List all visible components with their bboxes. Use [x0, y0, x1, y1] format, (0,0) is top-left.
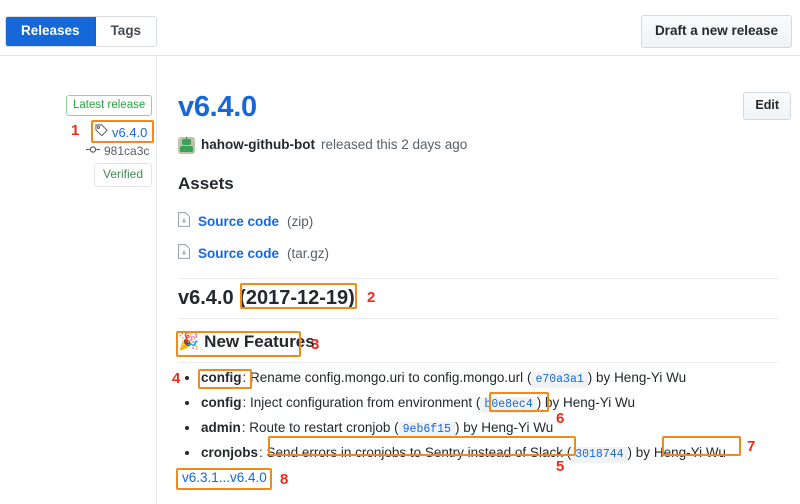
release-notes-version: v6.4.0 [178, 287, 240, 309]
change-scope: config [201, 395, 242, 410]
asset-ext-label: (tar.gz) [287, 246, 330, 261]
git-commit-icon [86, 144, 100, 158]
list-item: config: Rename config.mongo.uri to confi… [200, 367, 726, 391]
release-notes-heading: v6.4.0 (2017-12-19) [178, 285, 355, 311]
sha-paren-close: ) [627, 445, 633, 460]
change-by-label: by [545, 395, 560, 410]
compare-link[interactable]: v6.3.1...v6.4.0 [179, 468, 270, 488]
change-subject: Rename config.mongo.uri to config.mongo.… [250, 370, 524, 385]
party-popper-icon: 🎉 [178, 332, 200, 351]
releases-tags-tab-group: Releases Tags [5, 16, 158, 47]
change-by-label: by [463, 420, 478, 435]
change-by-label: by [635, 445, 651, 460]
release-tag-name[interactable]: v6.4.0 [91, 122, 152, 143]
asset-name-label[interactable]: Source code [198, 213, 279, 231]
change-scope: admin [201, 420, 241, 435]
change-sha-link[interactable]: 3018744 [571, 447, 628, 463]
features-heading-rule [178, 362, 778, 363]
new-features-heading: 🎉 New Features [178, 330, 315, 354]
change-sha-link[interactable]: 9eb6f15 [398, 422, 455, 438]
change-scope-config: config [201, 370, 242, 385]
new-features-label: New Features [204, 332, 315, 351]
change-subject-cronjobs: Send errors in cronjobs to Sentry instea… [266, 445, 563, 460]
edit-release-button[interactable]: Edit [743, 92, 791, 120]
release-published-text: released this 2 days ago [320, 137, 468, 152]
assets-heading: Assets [178, 174, 234, 193]
change-colon: : [259, 445, 263, 460]
draft-new-release-button[interactable]: Draft a new release [640, 15, 792, 48]
release-content: Latest release v6.4.0 981ca3c Verified E… [0, 56, 800, 504]
release-byline: hahow-github-bot released this 2 days ag… [178, 136, 467, 154]
latest-release-badge: Latest release [66, 95, 153, 116]
change-colon: : [241, 420, 246, 435]
release-notes-date: (2017-12-19) [239, 287, 355, 309]
sha-paren-close: ) [536, 395, 542, 410]
list-item: admin: Route to restart cronjob (9eb6f15… [200, 417, 726, 441]
bot-avatar-icon [178, 136, 195, 154]
sha-paren-open: ( [394, 420, 399, 435]
tag-name-label: v6.4.0 [112, 124, 148, 140]
change-sha-link[interactable]: e70a3a1 [531, 372, 588, 388]
verified-badge[interactable]: Verified [94, 163, 153, 187]
tag-icon [95, 124, 108, 140]
release-sidebar: Latest release v6.4.0 981ca3c Verified [0, 56, 156, 504]
change-colon: : [242, 370, 247, 385]
release-author-link[interactable]: hahow-github-bot [201, 136, 315, 154]
list-item: cronjobs: Send errors in cronjobs to Sen… [200, 442, 726, 466]
list-item: config: Inject configuration from enviro… [200, 392, 726, 416]
assets-notes-divider [178, 278, 778, 279]
asset-row-zip[interactable]: Source code (zip) [178, 212, 313, 232]
change-author-name: Heng-Yi Wu [653, 445, 726, 460]
change-subject: Route to restart cronjob [249, 420, 391, 435]
change-author-name: Heng-Yi Wu [481, 420, 554, 435]
release-title[interactable]: v6.4.0 [178, 90, 257, 124]
commit-sha-label: 981ca3c [104, 144, 150, 158]
tab-releases[interactable]: Releases [6, 17, 96, 46]
changes-list: config: Rename config.mongo.uri to confi… [178, 367, 726, 467]
tab-tags[interactable]: Tags [95, 17, 157, 46]
asset-name-label[interactable]: Source code [198, 245, 279, 263]
change-subject: Inject configuration from environment [250, 395, 473, 410]
asset-row-targz[interactable]: Source code (tar.gz) [178, 244, 329, 264]
change-sha-link[interactable]: b0e8ec4 [480, 397, 537, 413]
sha-paren-close: ) [587, 370, 593, 385]
change-colon: : [242, 395, 247, 410]
release-commit[interactable]: 981ca3c [86, 144, 149, 158]
file-zip-icon [178, 212, 190, 232]
asset-ext-label: (zip) [287, 214, 314, 229]
release-card: Edit v6.4.0 hahow-github-bot released th… [157, 56, 800, 504]
change-author-name: Heng-Yi Wu [563, 395, 636, 410]
change-scope: cronjobs [201, 445, 259, 460]
change-by-label: by [596, 370, 611, 385]
notes-heading-rule [178, 318, 778, 319]
file-zip-icon [178, 244, 190, 264]
page-header: Releases Tags Draft a new release [0, 0, 800, 55]
sha-paren-close: ) [454, 420, 460, 435]
change-author-name: Heng-Yi Wu [614, 370, 687, 385]
